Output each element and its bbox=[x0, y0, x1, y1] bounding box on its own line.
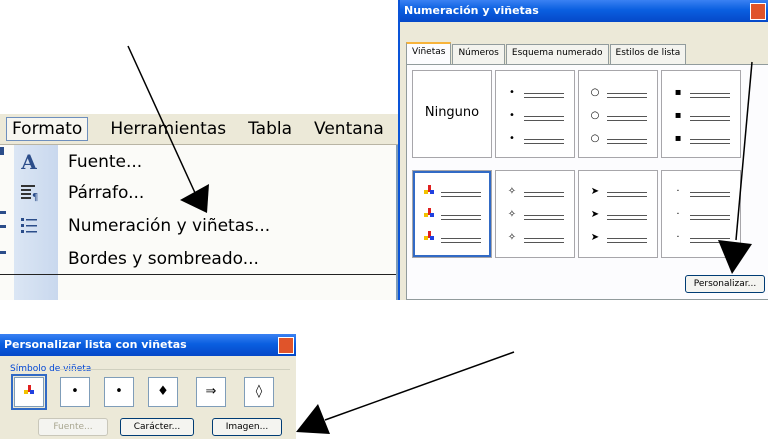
arrow-to-imagen bbox=[296, 351, 515, 434]
arrow-to-personalizar bbox=[718, 61, 753, 274]
arrow-to-numeracion bbox=[127, 45, 209, 213]
annotation-arrows bbox=[127, 45, 753, 434]
